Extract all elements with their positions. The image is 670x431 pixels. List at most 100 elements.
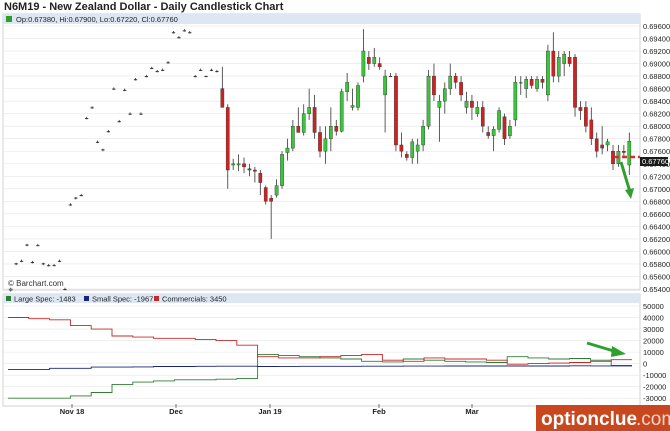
cot-tick-label: -10000 (643, 371, 666, 380)
candle (513, 76, 518, 127)
candle-body-up (285, 147, 290, 153)
candle-body-up (464, 100, 469, 108)
candle-body-up (415, 144, 420, 152)
candle-body-down (312, 107, 317, 133)
candle-body-down (540, 79, 545, 83)
candle-body-up (448, 75, 453, 89)
candle-body-down (600, 144, 604, 149)
price-tick-label: 0.69400 (643, 35, 670, 44)
candle-body-down (432, 75, 436, 96)
legend-swatch (6, 296, 11, 301)
candle-body-up (291, 125, 295, 149)
candle-body-down (589, 119, 594, 139)
price-tick-label: 0.69000 (643, 60, 670, 69)
legend-swatch (154, 296, 159, 301)
candle-body-down (404, 154, 409, 158)
candle-body-up (524, 79, 529, 89)
candle-body-up (188, 32, 192, 34)
candle-body-down (584, 107, 588, 127)
logo-domain-text: .com (636, 409, 670, 430)
candle-body-up (329, 125, 333, 139)
candle-body-up (519, 82, 523, 84)
candle-body-up (605, 141, 610, 146)
candle-body-down (453, 75, 458, 83)
cot-tick-label: -30000 (643, 394, 666, 403)
ohlc-label: Op:0.67380, Hi:0.67900, Lo:0.67220, Cl:0… (16, 15, 178, 24)
candle-body-up (95, 141, 100, 143)
price-tick-label: 0.67600 (643, 147, 670, 156)
cot-tick-label: 50000 (643, 302, 664, 311)
candle-body-down (470, 100, 474, 108)
price-tick-label: 0.66800 (643, 197, 670, 206)
price-tick-label: 0.69200 (643, 47, 670, 56)
candle-body-down (318, 132, 322, 152)
candle-body-up (280, 154, 284, 186)
candle-body-up (513, 82, 518, 121)
candle-body-up (627, 141, 632, 166)
x-tick-label: Dec (169, 407, 183, 416)
candle-body-up (74, 197, 78, 199)
optionclue-logo: optionclue .com (536, 405, 670, 431)
candle-body-up (52, 265, 56, 267)
candle-body-up (421, 125, 425, 146)
candle-body-down (258, 172, 263, 183)
candle-body-up (90, 107, 94, 109)
candle-body-up (345, 82, 349, 92)
candle-body-down (459, 82, 463, 96)
x-tick-label: Mar (465, 407, 478, 416)
price-tick-label: 0.67800 (643, 135, 670, 144)
cot-tick-label: 30000 (643, 325, 664, 334)
candle-body-down (57, 260, 62, 262)
candle-body-down (377, 63, 382, 67)
price-tick-label: 0.65800 (643, 260, 670, 269)
candle-body-up (535, 79, 539, 89)
price-tick-label: 0.65600 (643, 272, 670, 281)
cot-tick-label: 40000 (643, 314, 664, 323)
candle (356, 82, 360, 111)
candle-body-up (30, 262, 35, 264)
price-tick-label: 0.68000 (643, 122, 670, 131)
candle-body-down (480, 107, 485, 127)
candle-body-up (133, 79, 138, 81)
x-tick-label: Nov 18 (60, 407, 85, 416)
candle-body-up (437, 100, 442, 108)
candle-body-up (68, 204, 73, 206)
x-tick-label: Feb (372, 407, 386, 416)
candle-body-down (573, 57, 577, 108)
candle-body-up (274, 185, 279, 196)
candle-body-up (475, 107, 480, 114)
price-tick-label: 0.66000 (643, 247, 670, 256)
candle-body-up (372, 57, 377, 64)
candle-body-down (242, 163, 246, 168)
candle-body-up (79, 195, 83, 197)
candle-body-up (361, 50, 366, 77)
candle-body-down (622, 151, 626, 153)
chart-title: N6M19 - New Zealand Dollar - Daily Candl… (4, 1, 284, 13)
candle (280, 151, 284, 189)
candle-body-up (508, 125, 512, 136)
candle-body-down (269, 198, 273, 202)
candle-body-up (8, 288, 13, 291)
candle (339, 88, 344, 133)
candle-body-up (144, 76, 148, 78)
candle-body-up (155, 71, 159, 73)
candle-body-up (128, 113, 132, 115)
chart-svg: N6M19 - New Zealand Dollar - Daily Candl… (2, 1, 670, 431)
price-tick-label: 0.66400 (643, 222, 670, 231)
candle (426, 69, 431, 130)
candle (573, 54, 577, 117)
logo-main-text: optionclue (541, 409, 637, 430)
price-tick-label: 0.68800 (643, 72, 670, 81)
legend-label: Commercials: 3450 (162, 295, 227, 304)
candle-body-up (204, 76, 208, 78)
candle-body-up (47, 265, 51, 267)
candle-body-up (117, 121, 121, 123)
candle-body-up (388, 76, 393, 78)
candle-body-up (19, 260, 24, 262)
candle-body-up (323, 138, 328, 152)
candle-body-up (301, 113, 306, 133)
candle-body-down (225, 107, 230, 171)
cot-tick-label: 0 (643, 360, 647, 369)
candle-body-up (150, 67, 154, 69)
candle-body-down (367, 57, 371, 64)
